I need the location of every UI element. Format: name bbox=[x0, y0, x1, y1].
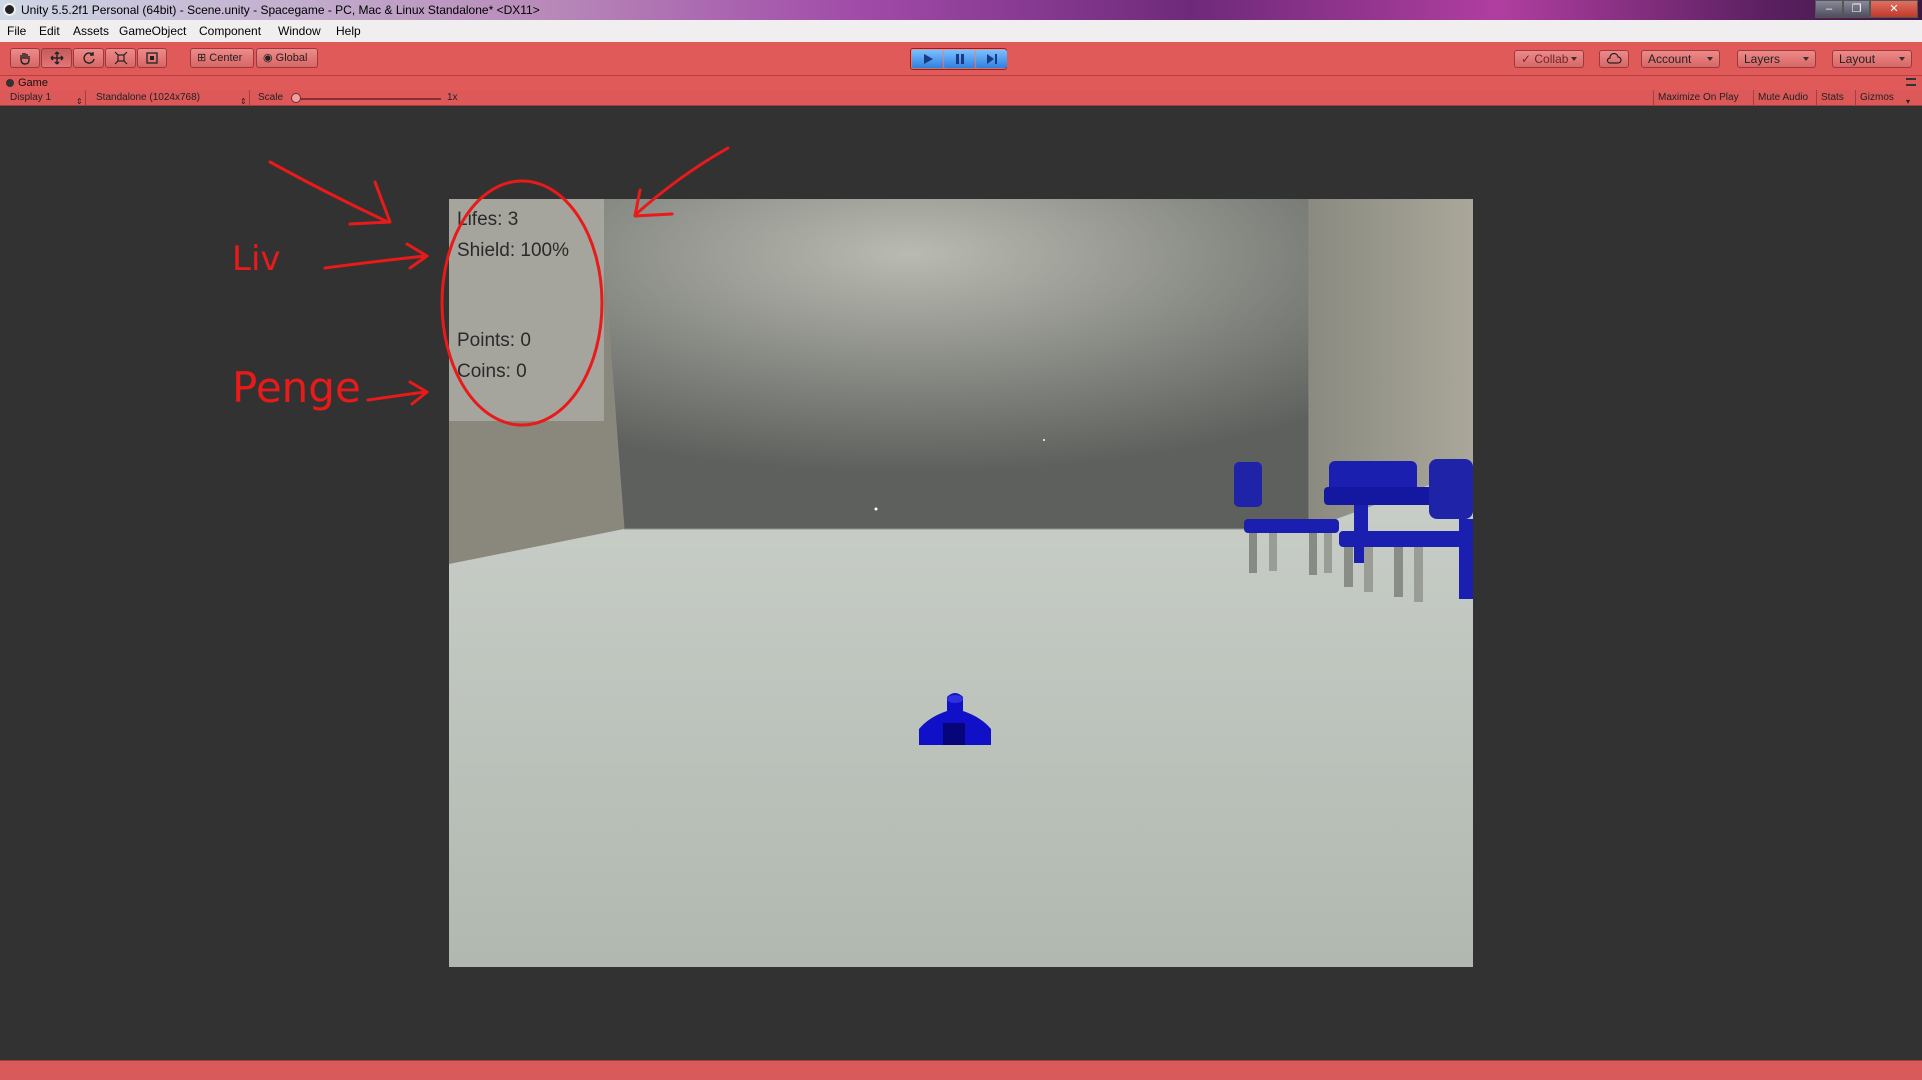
space-label: Global bbox=[275, 52, 308, 64]
scale-tool-button[interactable] bbox=[105, 48, 136, 68]
rect-icon bbox=[146, 52, 158, 64]
game-view-controls: Display 1 ⇕ Standalone (1024x768) ⇕ Scal… bbox=[0, 90, 1922, 106]
scale-slider-thumb[interactable] bbox=[291, 93, 301, 103]
move-icon bbox=[50, 51, 63, 65]
menu-edit[interactable]: Edit bbox=[39, 24, 60, 38]
status-bar bbox=[0, 1060, 1922, 1080]
tab-menu-icon[interactable] bbox=[1906, 78, 1916, 86]
rotate-tool-button[interactable] bbox=[73, 48, 104, 68]
rect-tool-button[interactable] bbox=[137, 48, 167, 68]
cloud-icon bbox=[1606, 52, 1622, 64]
collab-label: Collab bbox=[1534, 52, 1569, 66]
maximize-button[interactable]: ❐ bbox=[1843, 0, 1870, 18]
hand-icon bbox=[20, 53, 30, 65]
layers-dropdown[interactable]: Layers bbox=[1737, 50, 1816, 68]
menu-bar: File Edit Assets GameObject Component Wi… bbox=[0, 20, 1922, 42]
collab-dropdown[interactable]: ✓ Collab bbox=[1514, 50, 1584, 68]
cloud-button[interactable] bbox=[1599, 50, 1629, 68]
hud-points: Points: 0 bbox=[457, 330, 531, 351]
menu-help[interactable]: Help bbox=[336, 24, 361, 38]
play-button[interactable] bbox=[912, 50, 943, 68]
step-button[interactable] bbox=[976, 50, 1007, 68]
hud-lifes: Lifes: 3 bbox=[457, 209, 519, 230]
layers-label: Layers bbox=[1744, 52, 1781, 66]
scale-slider-track[interactable] bbox=[295, 98, 441, 100]
game-tab-icon bbox=[6, 79, 14, 87]
display-label: Display 1 bbox=[10, 92, 52, 103]
window-titlebar: Unity 5.5.2f1 Personal (64bit) - Scene.u… bbox=[0, 0, 1922, 20]
hud-shield: Shield: 100% bbox=[457, 240, 569, 261]
chevron-down-icon bbox=[1899, 57, 1905, 61]
mute-audio-toggle[interactable]: Mute Audio bbox=[1754, 90, 1817, 106]
menu-assets[interactable]: Assets bbox=[73, 24, 109, 38]
scale-icon bbox=[114, 51, 127, 65]
hand-tool-button[interactable] bbox=[10, 48, 40, 68]
hud-panel: Lifes: 3 Shield: 100% Points: 0 Coins: 0 bbox=[449, 199, 604, 421]
chevron-down-icon bbox=[1571, 57, 1577, 61]
window-title: Unity 5.5.2f1 Personal (64bit) - Scene.u… bbox=[21, 3, 540, 17]
stats-toggle[interactable]: Stats bbox=[1817, 90, 1856, 106]
playback-controls bbox=[910, 48, 1007, 70]
game-tab-label: Game bbox=[18, 77, 48, 89]
close-button[interactable]: ✕ bbox=[1870, 0, 1918, 18]
account-dropdown[interactable]: Account bbox=[1641, 50, 1720, 68]
gizmos-label: Gizmos bbox=[1860, 92, 1894, 103]
pivot-icon: ⊞ bbox=[197, 52, 210, 64]
move-tool-button[interactable] bbox=[41, 48, 72, 68]
main-toolbar: ⊞ Center ◉ Global ✓ Collab Account Layer… bbox=[0, 42, 1922, 76]
globe-icon: ◉ bbox=[263, 52, 276, 64]
display-dropdown[interactable]: Display 1 ⇕ bbox=[6, 90, 86, 106]
resolution-label: Standalone (1024x768) bbox=[96, 92, 200, 103]
space-global-toggle[interactable]: ◉ Global bbox=[256, 48, 318, 68]
menu-component[interactable]: Component bbox=[199, 24, 261, 38]
layout-label: Layout bbox=[1839, 52, 1876, 66]
scale-label: Scale bbox=[258, 92, 284, 103]
chevron-down-icon bbox=[1803, 57, 1809, 61]
check-icon: ✓ bbox=[1521, 52, 1535, 66]
tab-game[interactable]: Game bbox=[6, 76, 48, 90]
pause-icon bbox=[955, 54, 964, 64]
pivot-center-toggle[interactable]: ⊞ Center bbox=[190, 48, 254, 68]
menu-gameobject[interactable]: GameObject bbox=[119, 24, 186, 38]
menu-file[interactable]: File bbox=[7, 24, 26, 38]
minimize-button[interactable]: – bbox=[1815, 0, 1843, 18]
chevron-down-icon bbox=[1707, 57, 1713, 61]
rotate-icon bbox=[82, 52, 95, 64]
resolution-dropdown[interactable]: Standalone (1024x768) ⇕ bbox=[92, 90, 250, 106]
pivot-label: Center bbox=[209, 52, 243, 64]
hud-coins: Coins: 0 bbox=[457, 361, 527, 382]
step-icon bbox=[986, 54, 997, 64]
play-icon bbox=[923, 54, 933, 64]
game-tab-bar: Game bbox=[0, 76, 1922, 90]
gizmos-dropdown[interactable]: Gizmos ▾ bbox=[1856, 90, 1916, 106]
scale-value: 1x bbox=[447, 92, 458, 103]
layout-dropdown[interactable]: Layout bbox=[1832, 50, 1912, 68]
menu-window[interactable]: Window bbox=[278, 24, 321, 38]
pause-button[interactable] bbox=[944, 50, 975, 68]
unity-icon bbox=[3, 3, 16, 16]
maximize-on-play-toggle[interactable]: Maximize On Play bbox=[1653, 90, 1754, 106]
account-label: Account bbox=[1648, 52, 1692, 66]
